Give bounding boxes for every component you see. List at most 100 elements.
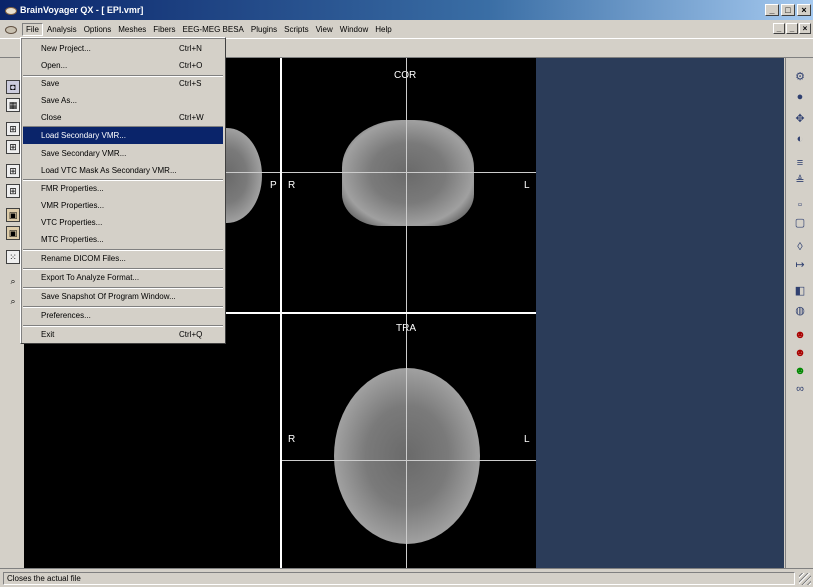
head-red-icon[interactable]: ☻ xyxy=(793,328,807,342)
menu-item-label: Save As... xyxy=(41,96,78,105)
shape-icon[interactable]: ◊ xyxy=(793,240,807,254)
menu-window[interactable]: Window xyxy=(337,24,371,35)
volume-2-icon[interactable]: ▣ xyxy=(6,226,20,240)
menu-help[interactable]: Help xyxy=(372,24,394,35)
mesh-icon[interactable]: ◍ xyxy=(793,304,807,318)
menu-item-shortcut: Ctrl+N xyxy=(179,44,202,53)
layout-4-icon[interactable]: ⊞ xyxy=(6,184,20,198)
resize-grip[interactable] xyxy=(799,573,811,585)
menu-rename-dicom[interactable]: Rename DICOM Files... xyxy=(23,250,223,267)
close-button[interactable]: × xyxy=(797,4,811,16)
minimize-button[interactable]: _ xyxy=(765,4,779,16)
flip-icon[interactable]: ◐ xyxy=(793,132,807,146)
coronal-brain-image xyxy=(342,120,474,226)
menu-item-label: Save Secondary VMR... xyxy=(41,149,127,158)
menu-item-shortcut: Ctrl+W xyxy=(179,113,204,122)
menu-close[interactable]: Close Ctrl+W xyxy=(23,109,223,126)
box-icon[interactable]: ▢ xyxy=(793,216,807,230)
menu-save-secondary-vmr[interactable]: Save Secondary VMR... xyxy=(23,145,223,162)
cor-crosshair-h xyxy=(282,172,536,173)
menu-plugins[interactable]: Plugins xyxy=(248,24,280,35)
menu-bar: File Analysis Options Meshes Fibers EEG-… xyxy=(0,20,813,38)
menu-vtc-properties[interactable]: VTC Properties... xyxy=(23,214,223,231)
menu-item-label: New Project... xyxy=(41,44,91,53)
cube-icon[interactable]: ◘ xyxy=(6,80,20,94)
menu-analysis[interactable]: Analysis xyxy=(44,24,80,35)
menu-item-label: Load Secondary VMR... xyxy=(41,131,126,140)
tra-label-l: L xyxy=(524,434,530,445)
menu-item-shortcut: Ctrl+O xyxy=(179,61,203,70)
menu-item-label: VMR Properties... xyxy=(41,201,105,210)
menu-item-label: Export To Analyze Format... xyxy=(41,273,140,282)
menu-load-secondary-vmr[interactable]: Load Secondary VMR... xyxy=(23,127,223,144)
menu-item-label: Rename DICOM Files... xyxy=(41,254,126,263)
menu-item-label: Load VTC Mask As Secondary VMR... xyxy=(41,166,177,175)
mdi-restore-button[interactable]: ̲ xyxy=(786,23,798,34)
head-green-icon[interactable]: ☻ xyxy=(793,364,807,378)
layout-1-icon[interactable]: ⊞ xyxy=(6,122,20,136)
menu-new-project[interactable]: New Project... Ctrl+N xyxy=(23,40,223,57)
zoom-icon[interactable]: ⌕ xyxy=(6,274,20,288)
menu-file[interactable]: File xyxy=(22,22,43,36)
dots-icon[interactable]: ⁙ xyxy=(6,250,20,264)
menu-save-snapshot[interactable]: Save Snapshot Of Program Window... xyxy=(23,288,223,305)
menu-item-label: Exit xyxy=(41,330,55,339)
menu-vmr-properties[interactable]: VMR Properties... xyxy=(23,197,223,214)
layout-3-icon[interactable]: ⊞ xyxy=(6,164,20,178)
menu-meshes[interactable]: Meshes xyxy=(115,24,149,35)
brain-app-icon[interactable] xyxy=(4,4,17,16)
layout-2-icon[interactable]: ⊞ xyxy=(6,140,20,154)
menu-item-shortcut: Ctrl+Q xyxy=(179,330,203,339)
menu-mtc-properties[interactable]: MTC Properties... xyxy=(23,231,223,248)
slice-icon[interactable]: ≡ xyxy=(793,156,807,170)
cor-crosshair-v xyxy=(406,58,407,312)
file-menu-dropdown: New Project... Ctrl+N Open... Ctrl+O Save C… xyxy=(20,37,226,344)
menu-preferences[interactable]: Preferences... xyxy=(23,307,223,324)
menu-export-analyze[interactable]: Export To Analyze Format... xyxy=(23,269,223,286)
axial-brain-image xyxy=(334,368,480,544)
window-title: BrainVoyager QX - [ EPI.vmr] xyxy=(20,5,144,15)
menu-eeg-meg-besa[interactable]: EEG-MEG BESA xyxy=(180,24,247,35)
rotate-icon[interactable]: ⚙ xyxy=(793,70,807,84)
menu-item-label: Close xyxy=(41,113,62,122)
menu-item-shortcut: Ctrl+S xyxy=(179,79,202,88)
title-bar: BrainVoyager QX - [ EPI.vmr] _ □ × xyxy=(0,0,813,20)
cor-label-l: L xyxy=(524,180,530,191)
menu-fibers[interactable]: Fibers xyxy=(150,24,178,35)
head-red-2-icon[interactable]: ☻ xyxy=(793,346,807,360)
menu-item-label: FMR Properties... xyxy=(41,184,104,193)
mdi-close-button[interactable]: × xyxy=(799,23,811,34)
grid-view-icon[interactable]: ▦ xyxy=(6,98,20,112)
square-icon[interactable]: ▫ xyxy=(793,198,807,212)
mdi-minimize-button[interactable]: _ xyxy=(773,23,785,34)
menu-open[interactable]: Open... Ctrl+O xyxy=(23,57,223,74)
status-text: Closes the actual file xyxy=(3,572,795,585)
menu-save[interactable]: Save Ctrl+S xyxy=(23,75,223,92)
right-toolbar: ⚙ ● ✥ ◐ ≡ ≜ ▫ ▢ ◊ ↦ ◧ ◍ ☻ ☻ ☻ ∞ xyxy=(785,58,813,568)
menu-item-label: VTC Properties... xyxy=(41,218,103,227)
maximize-button[interactable]: □ xyxy=(781,4,795,16)
volume-icon[interactable]: ▣ xyxy=(6,208,20,222)
zoom-2-icon[interactable]: ⌕ xyxy=(6,294,20,308)
arrow-icon[interactable]: ↦ xyxy=(793,258,807,272)
menu-options[interactable]: Options xyxy=(81,24,115,35)
glasses-icon[interactable]: ∞ xyxy=(793,382,807,396)
background-panel xyxy=(536,58,784,568)
document-icon[interactable] xyxy=(4,23,18,35)
app-window: BrainVoyager QX - [ EPI.vmr] _ □ × File … xyxy=(0,0,813,587)
tra-label-r: R xyxy=(288,434,296,445)
menu-save-as[interactable]: Save As... xyxy=(23,92,223,109)
menu-exit[interactable]: Exit Ctrl+Q xyxy=(23,326,223,343)
head-icon[interactable]: ● xyxy=(793,90,807,104)
menu-view[interactable]: View xyxy=(313,24,336,35)
cor-label-r: R xyxy=(288,180,296,191)
sag-label-p: P xyxy=(270,180,277,191)
menu-scripts[interactable]: Scripts xyxy=(281,24,311,35)
menu-fmr-properties[interactable]: FMR Properties... xyxy=(23,180,223,197)
tra-crosshair-h xyxy=(282,460,536,461)
tra-crosshair-v xyxy=(406,314,407,568)
cube-3d-icon[interactable]: ◧ xyxy=(793,284,807,298)
stack-icon[interactable]: ≜ xyxy=(793,174,807,188)
menu-load-vtc-mask[interactable]: Load VTC Mask As Secondary VMR... xyxy=(23,162,223,179)
move-icon[interactable]: ✥ xyxy=(793,112,807,126)
